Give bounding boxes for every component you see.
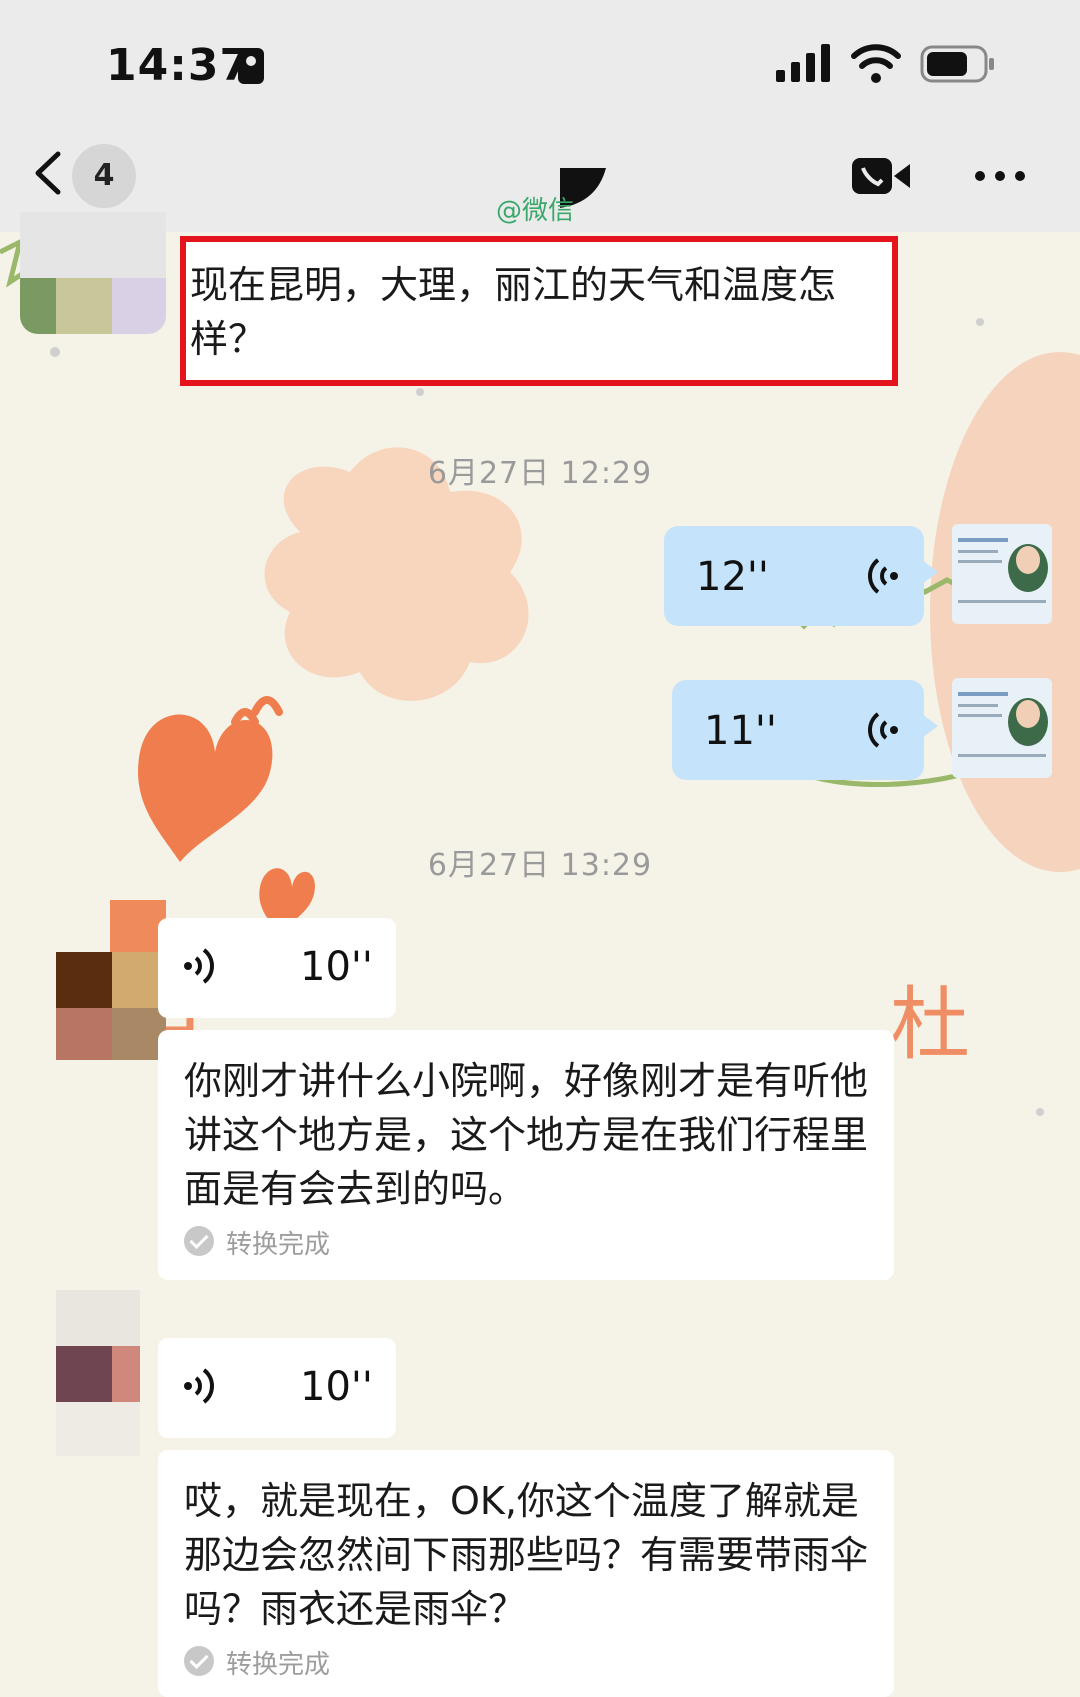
bubble-tail [922,560,938,584]
status-time: 14:37 [106,40,252,91]
conversion-status: 转换完成 [226,1230,331,1260]
unread-count-badge[interactable]: 4 [72,144,136,208]
avatar[interactable] [56,1290,140,1456]
voice-duration: 11'' [704,708,777,754]
conversion-status: 转换完成 [226,1650,331,1680]
timestamp: 6月27日 12:29 [427,456,653,491]
signal-icon [776,44,830,82]
transcript-text: 你刚才讲什么小院啊，好像刚才是有听他讲这个地方是，这个地方是在我们行程里面是有会… [184,1059,869,1211]
avatar[interactable] [952,678,1052,778]
watermark: @微信 [496,196,575,226]
svg-text:杜: 杜 [890,978,970,1071]
check-icon [184,1226,214,1256]
more-icon[interactable] [974,164,1026,188]
voice-wave-icon [184,948,214,984]
back-icon[interactable] [28,148,68,198]
transcript-text: 哎，就是现在，OK,你这个温度了解就是那边会忽然间下雨那些吗？有需要带雨伞吗？雨… [184,1479,869,1631]
voice-wave-icon [868,558,898,594]
avatar[interactable] [20,212,166,334]
voice-wave-icon [868,712,898,748]
avatar[interactable] [56,900,166,1060]
timestamp: 6月27日 13:29 [427,848,653,883]
voice-duration: 12'' [696,554,769,600]
voice-wave-icon [184,1368,214,1404]
avatar[interactable] [952,524,1052,624]
voice-duration: 10'' [300,1364,373,1410]
wifi-icon [851,44,901,83]
video-call-icon[interactable] [852,156,910,196]
bubble-tail [922,714,938,738]
voice-duration: 10'' [300,944,373,990]
battery-icon [920,45,994,83]
message-text: 现在昆明，大理，丽江的天气和温度怎样？ [190,263,837,361]
contact-card-icon [238,48,264,84]
check-icon [184,1646,214,1676]
